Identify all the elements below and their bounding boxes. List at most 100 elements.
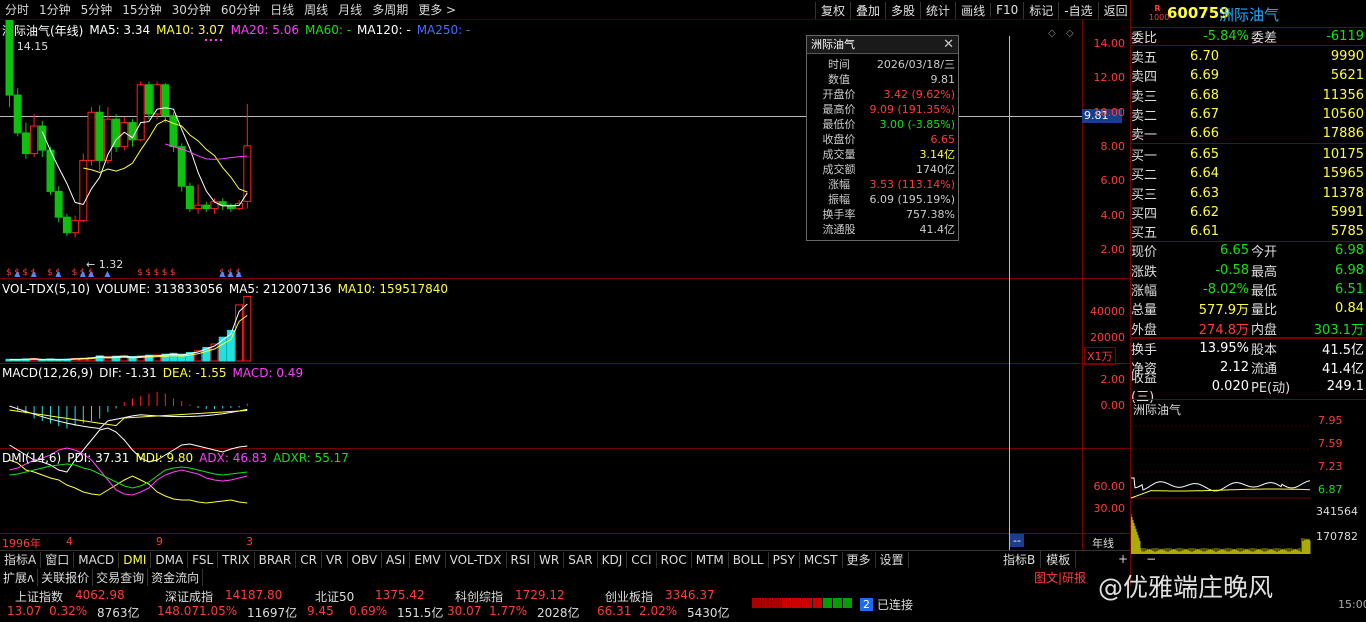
popup-row: 数值 9.81 <box>807 72 958 87</box>
book-row[interactable]: 买四 6.62 5991 <box>1131 203 1366 222</box>
book-row[interactable]: 买二 6.64 15965 <box>1131 164 1366 183</box>
toolbar-right-4[interactable]: 画线 <box>955 1 990 19</box>
indicator-tab-21[interactable]: BOLL <box>729 551 769 568</box>
bottom-tab-3[interactable]: 资金流向 <box>148 568 204 586</box>
index-name[interactable]: 创业板指 <box>605 588 653 605</box>
indicator-tab-19[interactable]: ROC <box>657 551 692 568</box>
candle-body <box>21 132 30 155</box>
diamond-icon[interactable]: ◇ <box>1048 28 1056 39</box>
indicator-tab-14[interactable]: RSI <box>507 551 536 568</box>
toolbar-right-1[interactable]: 叠加 <box>850 1 885 19</box>
indicator-tab-10[interactable]: OBV <box>348 551 383 568</box>
diamond-icon[interactable]: ◇ <box>1066 28 1074 39</box>
index-name[interactable]: 深证成指 <box>165 588 213 605</box>
price-axis-label: 2.00 <box>1100 242 1126 256</box>
popup-value: 9.09 (191.35%) <box>869 103 955 116</box>
signal-arrow: ▲ <box>14 269 21 278</box>
book-volume: 10560 <box>1322 107 1364 123</box>
vol-indicator-name[interactable]: VOL-TDX(5,10) <box>2 282 90 296</box>
stat-value: 577.9万 <box>1198 303 1249 319</box>
bottom-tab-1[interactable]: 关联报价 <box>38 568 94 586</box>
index-name[interactable]: 科创综指 <box>455 588 503 605</box>
stat-label-2: 流通 <box>1251 361 1278 377</box>
book-row[interactable]: 买三 6.63 11378 <box>1131 184 1366 203</box>
index-percent: 2.02% <box>639 604 678 618</box>
indicator-tab-12[interactable]: EMV <box>410 551 446 568</box>
indicator-tab-4[interactable]: DMA <box>151 551 189 568</box>
popup-value: 3.53 (113.14%) <box>869 178 955 191</box>
indicator-tab-16[interactable]: SAR <box>564 551 598 568</box>
indicator-tab-23[interactable]: MCST <box>800 551 843 568</box>
period-1[interactable]: 1分钟 <box>34 1 76 18</box>
book-level: 买五 <box>1131 226 1158 242</box>
indicator-tab-1[interactable]: 窗口 <box>41 551 75 568</box>
indicator-tab-20[interactable]: MTM <box>692 551 729 568</box>
bottom-right-tabs[interactable]: 图文|研报 <box>1034 569 1086 586</box>
stat-row: 净资 2.12 流通 41.4亿 <box>1131 357 1366 377</box>
toolbar-right-2[interactable]: 多股 <box>885 1 920 19</box>
indicator-tab-25[interactable]: 设置 <box>876 551 909 568</box>
price-axis-label: 6.00 <box>1100 174 1126 188</box>
indicator-tab-15[interactable]: WR <box>535 551 565 568</box>
indicator-tab-24[interactable]: 更多 <box>843 551 876 568</box>
connection-status[interactable]: 2 已连接 <box>860 596 913 613</box>
period-4[interactable]: 30分钟 <box>167 1 216 18</box>
period-3[interactable]: 15分钟 <box>117 1 166 18</box>
vol-unit-label: X1万 <box>1084 347 1116 365</box>
candle-body <box>177 146 186 187</box>
indicator-right-1[interactable]: 模板 <box>1041 550 1077 568</box>
indicator-tab-5[interactable]: FSL <box>188 551 219 568</box>
indicator-tab-3[interactable]: DMI <box>119 551 152 568</box>
macd-legend: MACD(12,26,9) DIF: -1.31 DEA: -1.55 MACD… <box>2 365 309 381</box>
indicator-tab-17[interactable]: KDJ <box>598 551 628 568</box>
zoom-out-icon[interactable]: − <box>1146 552 1156 566</box>
period-6[interactable]: 日线 <box>265 1 299 18</box>
indicator-tab-11[interactable]: ASI <box>382 551 411 568</box>
indicator-tab-13[interactable]: VOL-TDX <box>446 551 507 568</box>
index-name[interactable]: 北证50 <box>315 588 354 605</box>
book-row[interactable]: 卖四 6.69 5621 <box>1131 66 1366 85</box>
dmi-indicator-name[interactable]: DMI(14,6) <box>2 451 61 465</box>
indicator-tab-9[interactable]: VR <box>322 551 348 568</box>
period-10[interactable]: 更多 > <box>413 1 461 18</box>
zoom-in-icon[interactable]: + <box>1118 552 1128 566</box>
vol-ma5-value: MA5: 212007136 <box>228 282 332 296</box>
period-9[interactable]: 多周期 <box>367 1 413 18</box>
period-7[interactable]: 周线 <box>299 1 333 18</box>
toolbar-right-8[interactable]: 返回 <box>1097 1 1133 19</box>
period-0[interactable]: 分时 <box>0 1 34 18</box>
toolbar-right-5[interactable]: F10 <box>990 3 1023 17</box>
stock-name[interactable]: 洲际油气 <box>1219 4 1279 25</box>
indicator-tab-8[interactable]: CR <box>296 551 322 568</box>
period-2[interactable]: 5分钟 <box>76 1 118 18</box>
indicator-tab-7[interactable]: BRAR <box>255 551 297 568</box>
book-row[interactable]: 卖一 6.66 17886 <box>1131 124 1366 143</box>
toolbar-right-6[interactable]: 标记 <box>1023 1 1058 19</box>
bottom-tab-2[interactable]: 交易查询 <box>93 568 149 586</box>
index-value: 1729.12 <box>515 588 565 602</box>
book-level: 卖一 <box>1131 128 1158 144</box>
book-row[interactable]: 买一 6.65 10175 <box>1131 145 1366 164</box>
index-change: 13.07 <box>7 604 42 618</box>
close-icon[interactable]: ✕ <box>943 36 954 54</box>
toolbar-right-3[interactable]: 统计 <box>920 1 955 19</box>
indicator-tab-0[interactable]: 指标A <box>0 551 42 568</box>
toolbar-right-7[interactable]: -自选 <box>1058 1 1097 19</box>
index-name[interactable]: 上证指数 <box>15 588 63 605</box>
stock-header: R 1000 600759 洲际油气 <box>1131 2 1366 26</box>
book-row[interactable]: 卖三 6.68 11356 <box>1131 86 1366 105</box>
indicator-tab-22[interactable]: PSY <box>769 551 800 568</box>
period-5[interactable]: 60分钟 <box>216 1 265 18</box>
book-row[interactable]: 卖五 6.70 9990 <box>1131 47 1366 66</box>
indicator-right-0[interactable]: 指标B <box>998 550 1042 568</box>
indicator-tab-2[interactable]: MACD <box>74 551 120 568</box>
popup-title: 洲际油气 <box>811 38 855 51</box>
indicator-tab-18[interactable]: CCI <box>627 551 657 568</box>
bottom-tab-0[interactable]: 扩展ʌ <box>0 568 39 586</box>
toolbar-right-0[interactable]: 复权 <box>815 1 850 19</box>
book-row[interactable]: 卖二 6.67 10560 <box>1131 105 1366 124</box>
macd-indicator-name[interactable]: MACD(12,26,9) <box>2 366 93 380</box>
period-8[interactable]: 月线 <box>333 1 367 18</box>
book-row[interactable]: 买五 6.61 5785 <box>1131 222 1366 241</box>
indicator-tab-6[interactable]: TRIX <box>218 551 255 568</box>
